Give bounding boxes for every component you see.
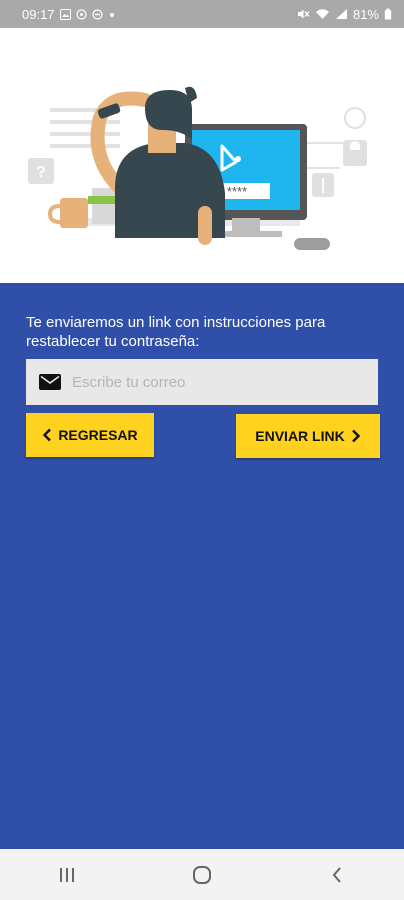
svg-text:?: ? [36, 164, 46, 181]
chevron-right-icon [351, 429, 360, 443]
system-nav-bar [0, 849, 404, 900]
password-mask: **** [227, 184, 247, 199]
battery-level: 81% [352, 6, 379, 22]
email-field[interactable] [26, 359, 378, 405]
recent-apps-button[interactable] [37, 855, 97, 895]
mug [47, 198, 88, 228]
send-link-button-label: ENVIAR LINK [255, 428, 345, 444]
status-right: 81% [297, 7, 392, 22]
hero-illustration-area: ? **** [0, 28, 404, 283]
question-box-icon: ? [28, 158, 54, 184]
whatsapp-icon [75, 8, 87, 20]
back-button-label: REGRESAR [58, 427, 138, 443]
signal-icon [335, 9, 347, 19]
right-decor-icons [305, 107, 367, 197]
home-icon [192, 865, 211, 884]
dot-icon [109, 12, 114, 17]
email-input[interactable] [70, 372, 354, 392]
instructions-text: Te enviaremos un link con instrucciones … [26, 314, 326, 350]
home-button[interactable] [172, 855, 232, 895]
battery-icon [384, 8, 392, 20]
mute-icon [297, 9, 310, 19]
status-time: 09:17 [22, 6, 55, 22]
reset-password-panel: Te enviaremos un link con instrucciones … [0, 283, 404, 849]
back-button[interactable]: REGRESAR [26, 413, 154, 457]
back-icon [332, 866, 341, 883]
person-at-computer-illustration: ? **** [28, 86, 367, 250]
back-nav-button[interactable] [307, 855, 367, 895]
mail-icon [39, 374, 61, 390]
person [90, 86, 225, 245]
status-left: 09:17 [22, 7, 116, 22]
mouse [294, 238, 330, 250]
gallery-icon [59, 8, 71, 20]
chevron-left-icon [43, 428, 52, 442]
do-not-disturb-icon [91, 8, 103, 20]
send-link-button[interactable]: ENVIAR LINK [236, 414, 380, 458]
recent-apps-icon [60, 867, 75, 882]
wifi-icon [315, 9, 329, 19]
status-bar: 09:17 81% [0, 0, 404, 28]
